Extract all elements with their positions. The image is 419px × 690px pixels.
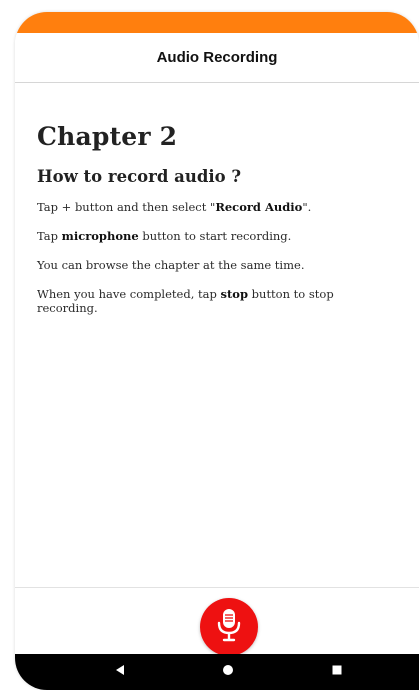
system-navigation-bar (15, 654, 419, 690)
instruction-bold-text: stop (220, 287, 249, 301)
instruction-text: button to start recording. (138, 229, 292, 243)
instruction-text: You can browse the chapter at the same t… (37, 258, 305, 272)
instruction-paragraph: Tap + button and then select "Record Aud… (37, 200, 397, 214)
app-bar: Audio Recording (15, 33, 419, 83)
chapter-content: Chapter 2 How to record audio ? Tap + bu… (37, 122, 397, 330)
phone-screen: Audio Recording Chapter 2 How to record … (15, 12, 419, 690)
background-frame (0, 0, 15, 690)
instruction-text: When you have completed, tap (37, 287, 221, 301)
instruction-text: Tap + button and then select " (37, 200, 216, 214)
chapter-title: Chapter 2 (37, 122, 178, 151)
section-title: How to record audio ? (37, 167, 242, 186)
instruction-paragraph: You can browse the chapter at the same t… (37, 258, 397, 272)
instruction-bold-text: microphone (61, 229, 139, 243)
microphone-icon (214, 607, 244, 648)
home-circle-icon (222, 663, 234, 681)
instruction-bold-text: Record Audio (215, 200, 303, 214)
back-triangle-icon (114, 663, 126, 681)
app-title: Audio Recording (156, 49, 278, 66)
recents-button[interactable] (317, 654, 357, 690)
home-button[interactable] (208, 654, 248, 690)
instruction-paragraph: When you have completed, tap stop button… (37, 287, 397, 315)
instruction-paragraph: Tap microphone button to start recording… (37, 229, 397, 243)
back-button[interactable] (100, 654, 140, 690)
instruction-text: ". (302, 200, 312, 214)
instruction-text: Tap (37, 229, 62, 243)
status-bar (15, 12, 419, 33)
record-audio-button[interactable] (200, 598, 258, 656)
recents-square-icon (331, 663, 343, 681)
